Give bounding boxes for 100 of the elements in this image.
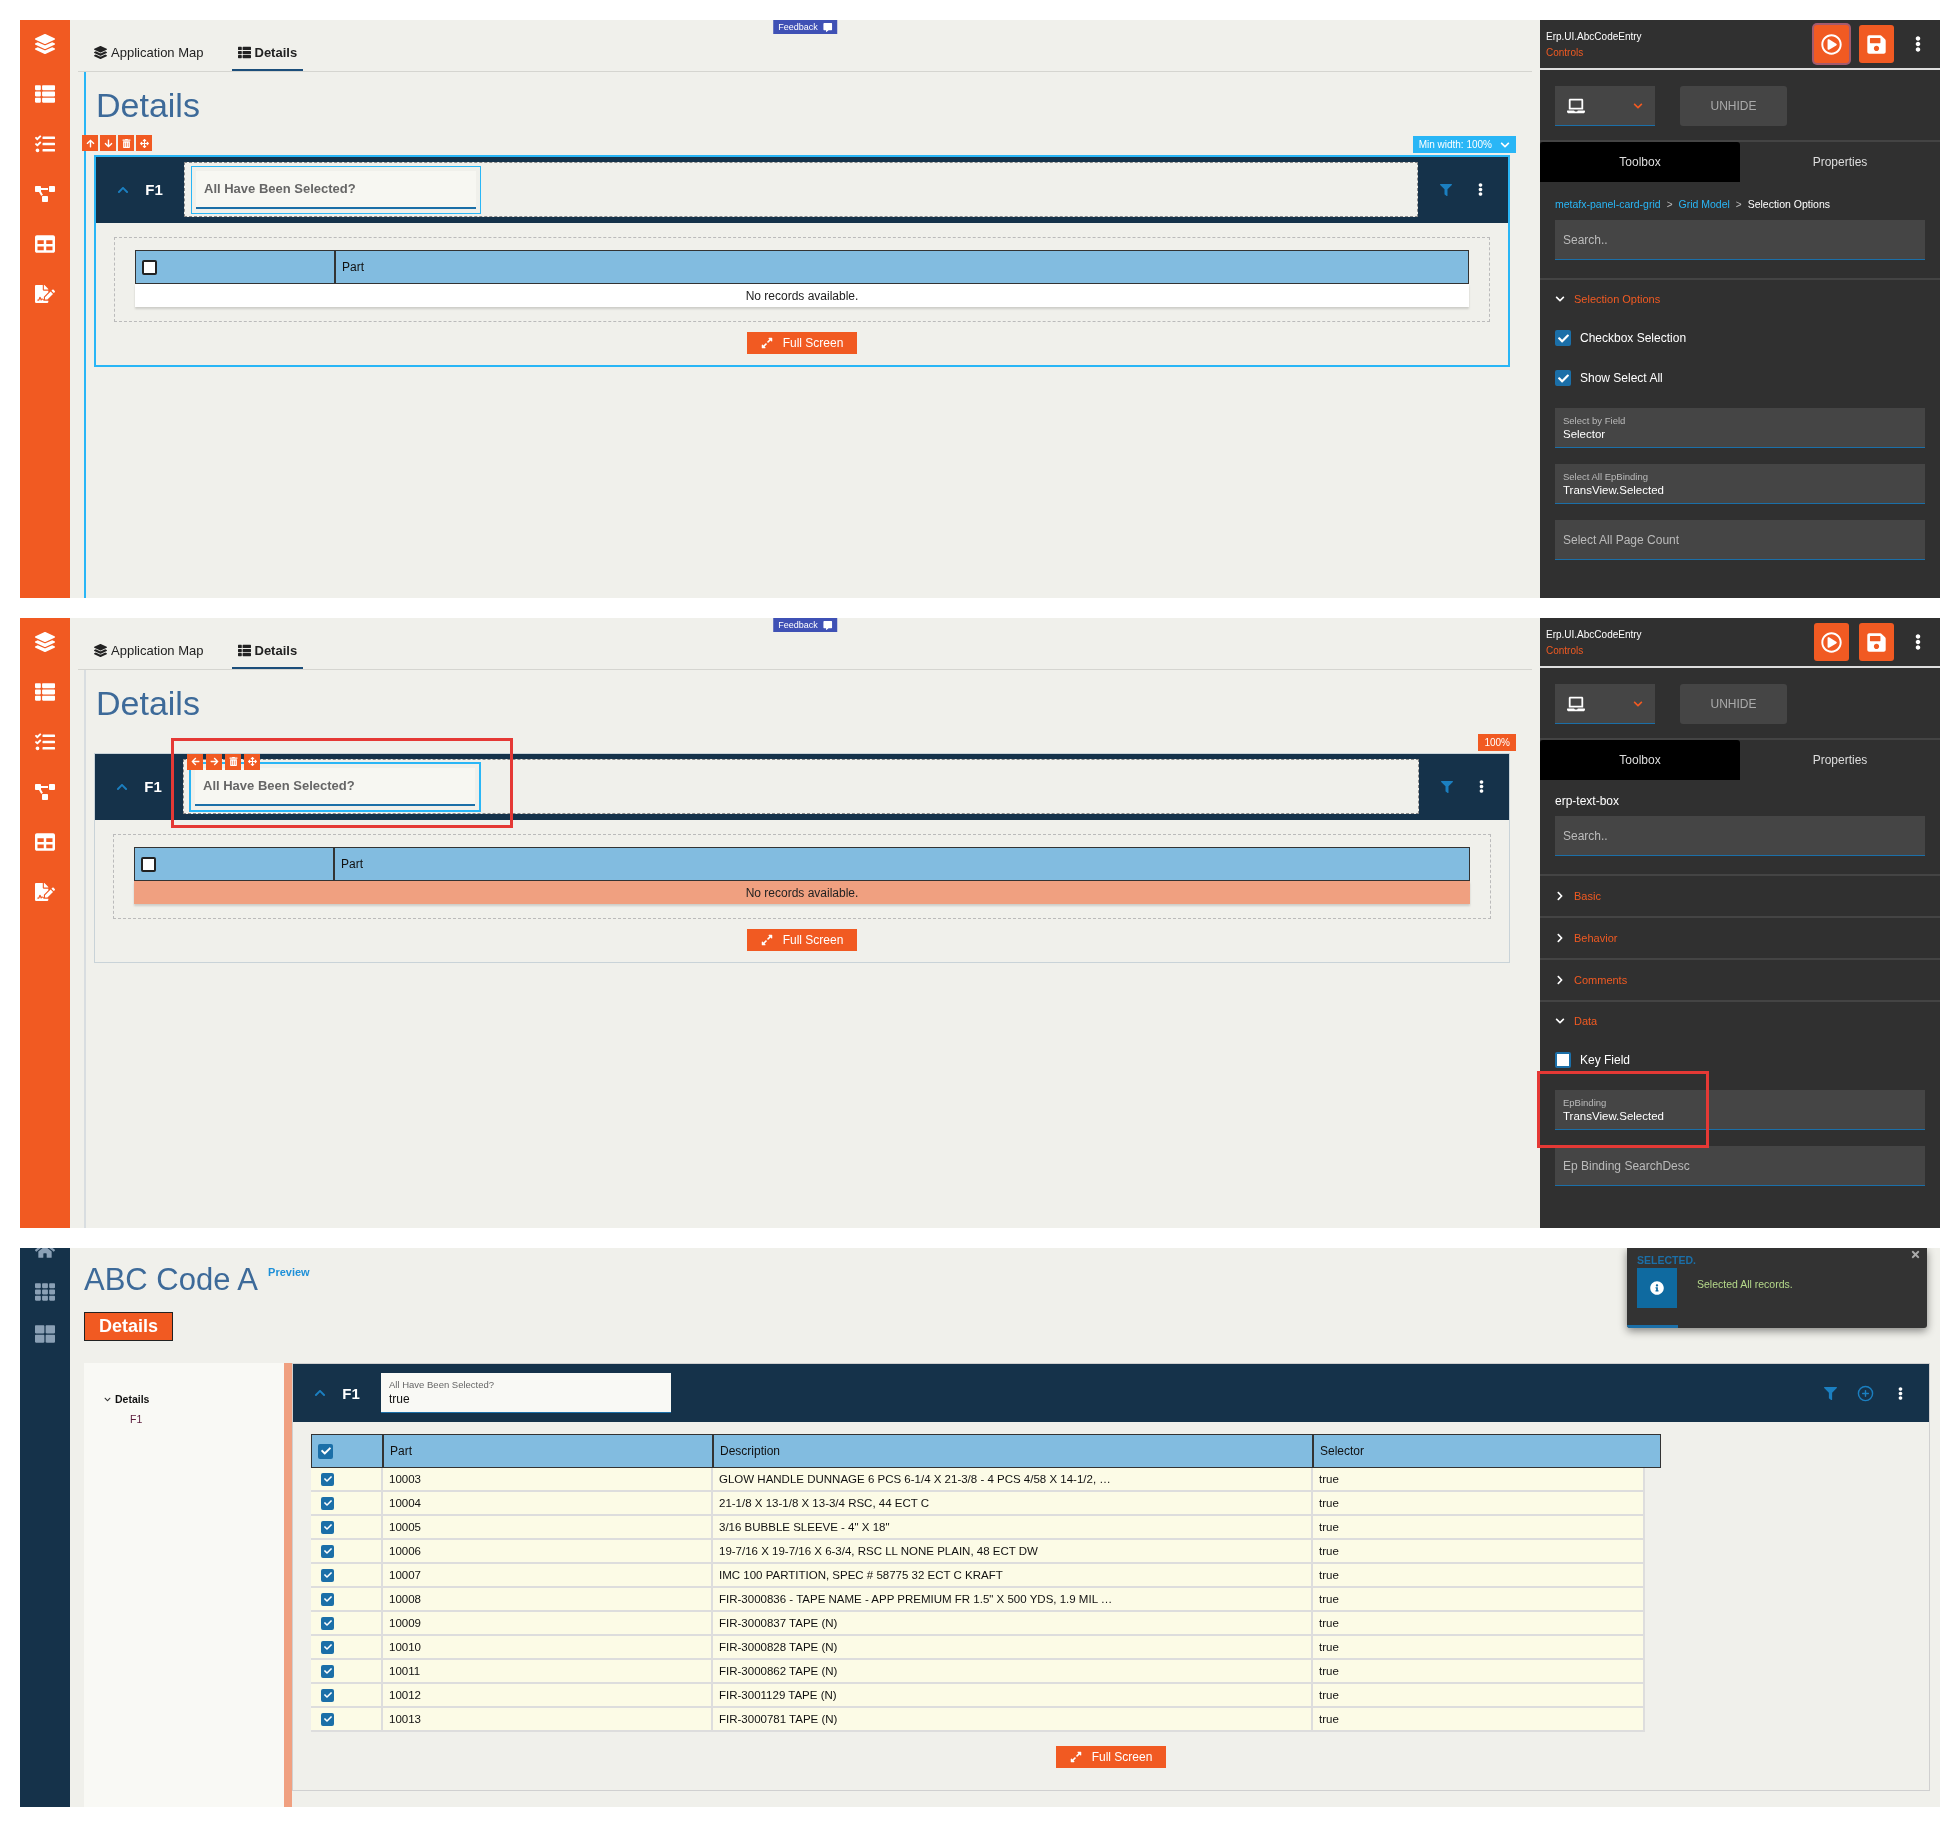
panel-tab[interactable]: Toolbox [1540, 740, 1740, 780]
checkbox[interactable] [1555, 1052, 1571, 1068]
table-row[interactable]: 10007 IMC 100 PARTITION, SPEC # 58775 32 ECT C KRAFT true [311, 1564, 1645, 1588]
diagram-icon[interactable] [35, 184, 55, 204]
move-button[interactable] [244, 753, 260, 770]
checkbox[interactable] [321, 1616, 334, 1630]
tree-item[interactable]: Details [104, 1393, 264, 1405]
checkbox[interactable] [321, 1712, 334, 1726]
section-header[interactable]: Selection Options [1540, 280, 1940, 318]
table-row[interactable]: 10011 FIR-3000862 TAPE (N) true [311, 1660, 1645, 1684]
checkbox[interactable] [141, 856, 156, 872]
panel-tab[interactable]: Toolbox [1540, 142, 1740, 182]
move-button[interactable] [136, 135, 152, 151]
checkbox[interactable] [321, 1592, 334, 1606]
search-field[interactable]: Search.. [1555, 816, 1925, 856]
apps-grid-icon[interactable] [35, 1282, 55, 1302]
table-row[interactable]: 10013 FIR-3000781 TAPE (N) true [311, 1708, 1645, 1732]
run-button[interactable] [1814, 25, 1849, 63]
nav-tab[interactable]: Application Map [88, 45, 210, 71]
unhide-button[interactable]: UNHIDE [1680, 86, 1787, 126]
trash-button[interactable] [118, 135, 134, 151]
save-button[interactable] [1859, 623, 1894, 661]
filter-icon[interactable] [1824, 1386, 1837, 1400]
panel-tab[interactable]: Properties [1740, 142, 1940, 182]
run-button[interactable] [1814, 623, 1849, 661]
filter-icon[interactable] [1439, 183, 1452, 196]
collapse-icon[interactable] [314, 1387, 327, 1399]
column-header[interactable]: Part [341, 857, 363, 871]
section-header[interactable]: Data [1540, 1002, 1940, 1040]
table-row[interactable]: 10003 GLOW HANDLE DUNNAGE 6 PCS 6-1/4 X 21-3/8 - 4 PCS 4/58 X 14-1/2, … true [311, 1468, 1645, 1492]
arrow-down-button[interactable] [100, 135, 116, 151]
trash-button[interactable] [225, 753, 241, 770]
table-icon[interactable] [35, 234, 55, 254]
layers-icon[interactable] [35, 34, 55, 54]
comment-icon [822, 620, 832, 630]
text-field[interactable]: Ep Binding SearchDesc [1555, 1146, 1925, 1186]
column-header[interactable]: Part [342, 260, 364, 274]
panel-tab[interactable]: Properties [1740, 740, 1940, 780]
save-button[interactable] [1859, 25, 1894, 63]
column-header[interactable]: Description [720, 1444, 781, 1458]
document-edit-icon[interactable] [35, 284, 55, 304]
nav-tab[interactable]: Application Map [88, 643, 210, 669]
text-field[interactable]: All Have Been Selected? [195, 767, 475, 806]
search-field[interactable]: Search.. [1555, 220, 1925, 260]
table-icon[interactable] [35, 832, 55, 852]
device-dropdown[interactable] [1555, 684, 1655, 724]
layout-icon[interactable] [35, 682, 55, 702]
check-icon [323, 1571, 332, 1579]
column-header[interactable]: Selector [1320, 1444, 1365, 1458]
document-edit-icon[interactable] [35, 882, 55, 902]
checkbox[interactable] [1555, 370, 1571, 386]
add-icon[interactable] [1857, 1384, 1874, 1402]
breadcrumb-link[interactable]: metafx-panel-card-grid [1555, 198, 1661, 210]
section-header[interactable]: Behavior [1540, 918, 1940, 960]
arrow-left-button[interactable] [187, 753, 203, 770]
table-row[interactable]: 10005 3/16 BUBBLE SLEEVE - 4" X 18" true [311, 1516, 1645, 1540]
checkbox[interactable] [321, 1496, 334, 1510]
checkbox[interactable] [321, 1520, 334, 1534]
table-row[interactable]: 10004 21-1/8 X 13-1/8 X 13-3/4 RSC, 44 ECT C true [311, 1492, 1645, 1516]
text-field[interactable]: Select by Field Selector [1555, 408, 1925, 448]
tree-item[interactable]: F1 [130, 1413, 264, 1425]
checklist-icon[interactable] [35, 134, 55, 154]
table-row[interactable]: 10008 FIR-3000836 - TAPE NAME - APP PREMIUM FR 1.5" X 500 YDS, 1.9 MIL … true [311, 1588, 1645, 1612]
unhide-button[interactable]: UNHIDE [1680, 684, 1787, 724]
arrow-up-button[interactable] [82, 135, 98, 151]
table-row[interactable]: 10009 FIR-3000837 TAPE (N) true [311, 1612, 1645, 1636]
layers-icon[interactable] [35, 632, 55, 652]
checkbox[interactable] [321, 1472, 334, 1486]
checkbox[interactable] [321, 1664, 334, 1678]
checkbox[interactable] [321, 1688, 334, 1702]
filter-icon[interactable] [1440, 780, 1453, 793]
dashboard-icon[interactable] [35, 1324, 55, 1344]
text-field[interactable]: All Have Been Selected? true [381, 1373, 671, 1413]
checkbox[interactable] [321, 1640, 334, 1654]
text-field[interactable]: EpBinding TransView.Selected [1555, 1090, 1925, 1130]
table-row[interactable]: 10010 FIR-3000828 TAPE (N) true [311, 1636, 1645, 1660]
feedback-button[interactable]: Feedback [773, 618, 837, 632]
close-button[interactable] [1910, 1249, 1921, 1260]
text-field[interactable]: Select All EpBinding TransView.Selected [1555, 464, 1925, 504]
column-header[interactable]: Part [390, 1444, 412, 1458]
layout-icon[interactable] [35, 84, 55, 104]
text-field[interactable]: All Have Been Selected? [196, 170, 476, 209]
checkbox[interactable] [321, 1544, 334, 1558]
diagram-icon[interactable] [35, 782, 55, 802]
nav-tab[interactable]: Details [231, 643, 304, 669]
checkbox[interactable] [1555, 330, 1571, 346]
checklist-icon[interactable] [35, 732, 55, 752]
checkbox[interactable] [142, 259, 157, 275]
section-header[interactable]: Basic [1540, 876, 1940, 918]
arrow-right-button[interactable] [206, 753, 222, 770]
device-dropdown[interactable] [1555, 86, 1655, 126]
table-row[interactable]: 10012 FIR-3001129 TAPE (N) true [311, 1684, 1645, 1708]
breadcrumb-link[interactable]: Grid Model [1678, 198, 1730, 210]
feedback-button[interactable]: Feedback [773, 20, 837, 34]
table-row[interactable]: 10006 19-7/16 X 19-7/16 X 6-3/4, RSC LL NONE PLAIN, 48 ECT DW true [311, 1540, 1645, 1564]
text-field[interactable]: Select All Page Count [1555, 520, 1925, 560]
section-header[interactable]: Comments [1540, 960, 1940, 1002]
nav-tab[interactable]: Details [231, 45, 304, 71]
checkbox[interactable] [318, 1443, 333, 1459]
checkbox[interactable] [321, 1568, 334, 1582]
